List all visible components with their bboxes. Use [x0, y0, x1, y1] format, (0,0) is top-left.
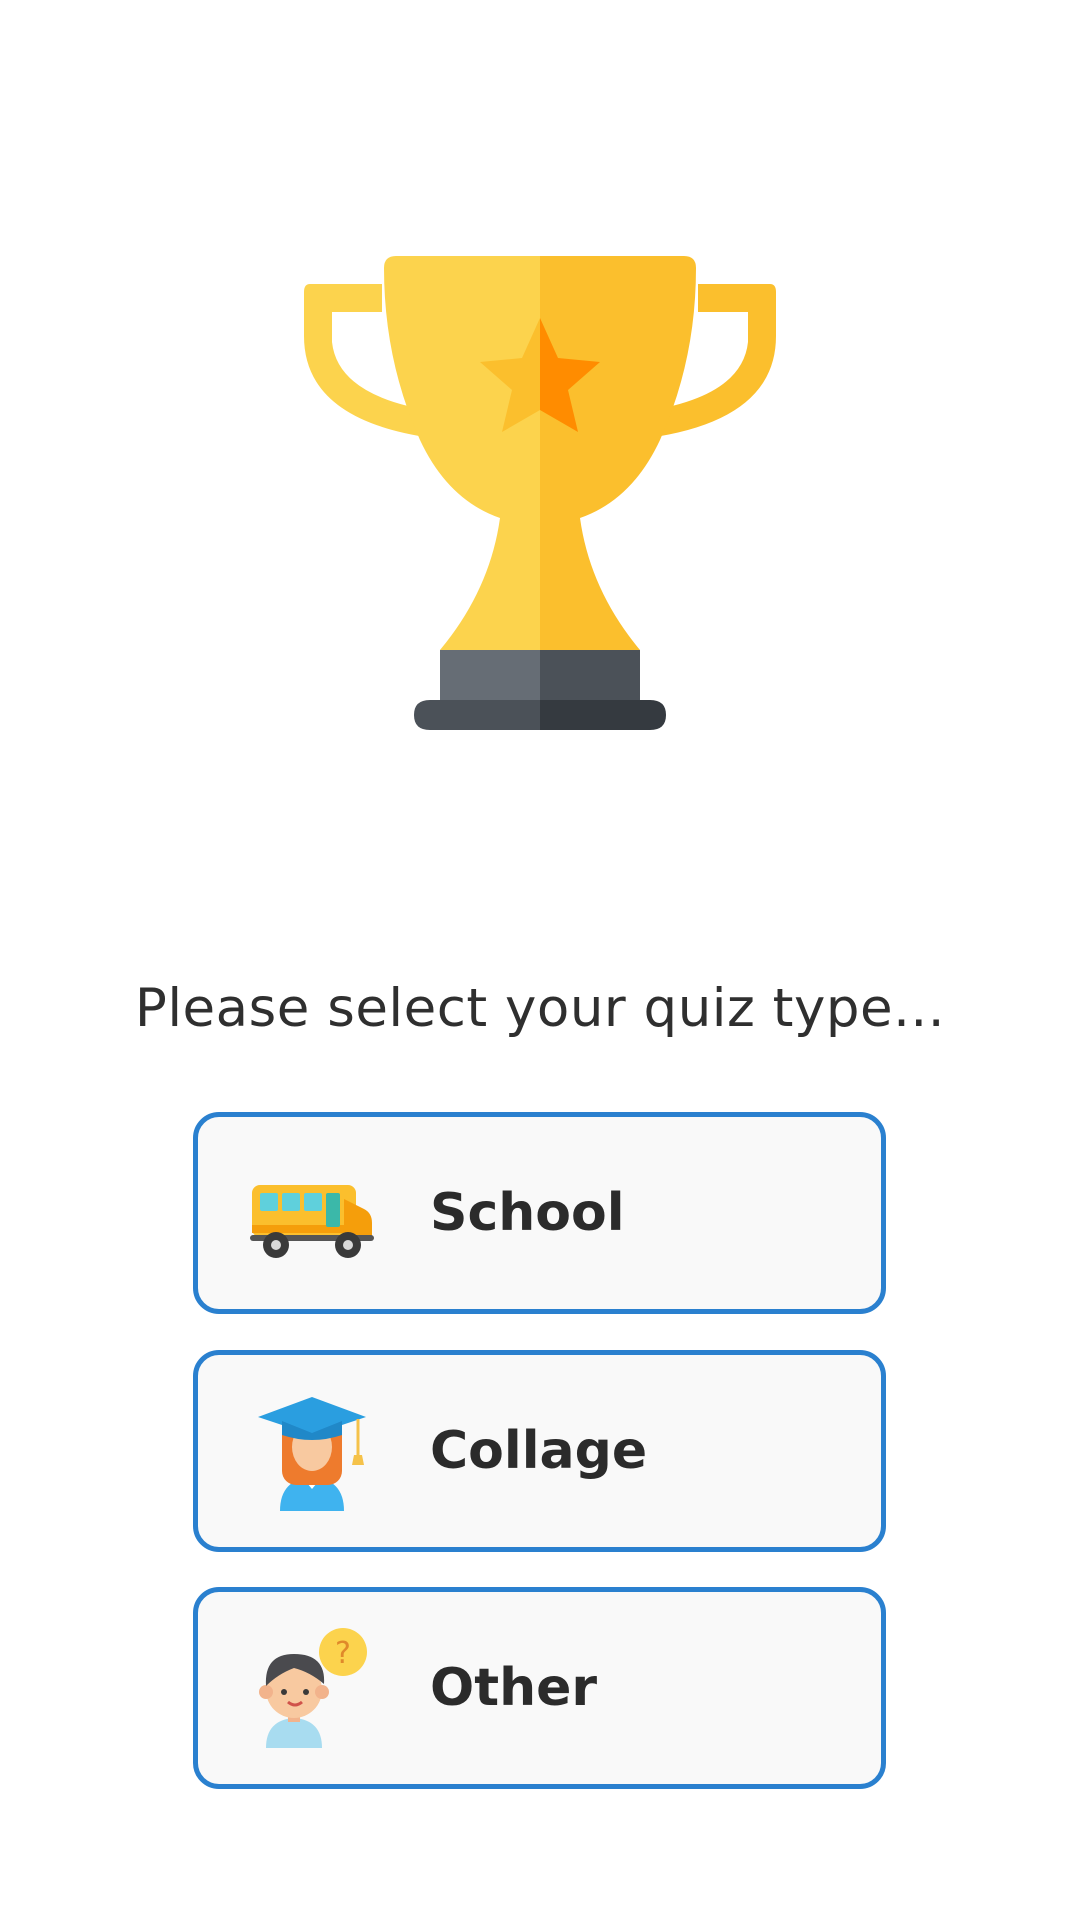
svg-text:?: ?: [335, 1636, 351, 1671]
school-option-label: School: [430, 1183, 625, 1243]
school-option-button[interactable]: School: [193, 1112, 886, 1314]
trophy-icon: [304, 256, 776, 730]
quiz-type-prompt: Please select your quiz type...: [134, 978, 946, 1039]
person-question-icon: ?: [259, 1628, 367, 1748]
collage-option-label: Collage: [430, 1421, 648, 1481]
graduate-student-icon: [258, 1397, 366, 1511]
other-option-label: Other: [430, 1658, 597, 1718]
quiz-type-screen: Please select your quiz type... School C…: [0, 0, 1080, 1920]
other-option-button[interactable]: ? Other: [193, 1587, 886, 1789]
collage-option-button[interactable]: Collage: [193, 1350, 886, 1552]
school-bus-icon: [250, 1185, 374, 1258]
